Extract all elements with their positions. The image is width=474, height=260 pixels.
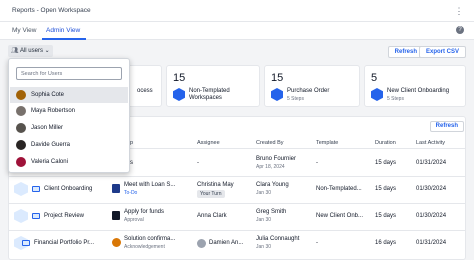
last-activity: 01/30/2024 bbox=[416, 213, 447, 219]
user-name: Valeria Caloni bbox=[31, 159, 68, 165]
users-icon: 👥︎ bbox=[11, 48, 19, 54]
step-name[interactable]: Apply for funds bbox=[124, 209, 164, 215]
user-option[interactable]: Maya Robertson bbox=[10, 103, 128, 119]
col-step[interactable]: p bbox=[130, 140, 133, 146]
assignee: Damien An... bbox=[209, 240, 244, 246]
stat-card-non-templated[interactable]: 15 Non-Templated Workspaces bbox=[166, 65, 260, 107]
created-date: Jan 30 bbox=[256, 217, 272, 223]
col-assignee[interactable]: Assignee bbox=[197, 140, 220, 146]
help-icon[interactable]: ? bbox=[456, 26, 464, 34]
last-activity: 01/30/2024 bbox=[416, 186, 447, 192]
user-option[interactable]: Jason Miller bbox=[10, 120, 128, 136]
layers-icon bbox=[22, 240, 30, 246]
export-csv-button[interactable]: Export CSV bbox=[418, 46, 466, 58]
card-number: 5 bbox=[371, 72, 378, 84]
users-dropdown: Sophia Cote Maya Robertson Jason Miller … bbox=[8, 58, 130, 173]
user-search-input[interactable] bbox=[16, 67, 122, 80]
card-label: ocess bbox=[137, 88, 153, 94]
user-option[interactable]: Sophia Cote bbox=[10, 87, 128, 103]
hexagon-icon bbox=[271, 88, 283, 101]
created-by: Clara Young bbox=[256, 182, 289, 188]
assignee: Christina May bbox=[197, 182, 234, 188]
duration: 15 days bbox=[375, 186, 397, 192]
user-name: Sophia Cote bbox=[31, 92, 65, 98]
last-activity: 01/31/2024 bbox=[416, 240, 447, 246]
page-title: Reports - Open Workspace bbox=[12, 7, 91, 14]
template: Non-Templated... bbox=[316, 186, 362, 192]
avatar bbox=[16, 123, 26, 133]
card-number: 15 bbox=[173, 72, 186, 84]
stat-card-new-client[interactable]: 5 New Client Onboarding 5 Steps bbox=[364, 65, 466, 107]
step-type: To-Do bbox=[124, 190, 138, 196]
created-date: Jan 30 bbox=[256, 244, 272, 250]
assignee: Anna Clark bbox=[197, 213, 227, 219]
step-name[interactable]: Meet with Loan S... bbox=[124, 182, 175, 188]
avatar bbox=[16, 90, 26, 100]
users-filter-button[interactable]: 👥︎ All users ⌄ bbox=[8, 45, 53, 57]
user-option[interactable]: Valeria Caloni bbox=[10, 154, 128, 170]
tab-my-view[interactable]: My View bbox=[12, 27, 36, 34]
stat-card-purchase-order[interactable]: 15 Purchase Order 5 Steps bbox=[264, 65, 360, 107]
assignee: - bbox=[197, 160, 199, 166]
row-divider bbox=[8, 176, 466, 177]
col-last-activity[interactable]: Last Activity bbox=[416, 140, 445, 146]
title-bar: Reports - Open Workspace ⋮ bbox=[0, 0, 474, 22]
user-option[interactable]: Davide Guerra bbox=[10, 137, 128, 153]
row-divider bbox=[8, 203, 466, 204]
users-filter-label: All users bbox=[19, 48, 43, 54]
last-activity: 01/31/2024 bbox=[416, 160, 447, 166]
user-name: Davide Guerra bbox=[31, 142, 71, 148]
avatar bbox=[16, 157, 26, 167]
avatar bbox=[197, 239, 206, 248]
created-by: Bruno Fournier bbox=[256, 156, 297, 162]
step-name[interactable]: s bbox=[130, 160, 133, 166]
hexagon-icon bbox=[371, 88, 383, 101]
template: - bbox=[316, 240, 318, 246]
chevron-down-icon: ⌄ bbox=[44, 48, 50, 54]
avatar bbox=[16, 140, 26, 150]
workspace-hex-icon bbox=[14, 182, 28, 196]
funds-icon bbox=[112, 211, 120, 220]
workspace-name[interactable]: Client Onboarding bbox=[44, 186, 92, 192]
duration: 15 days bbox=[375, 160, 397, 166]
avatar bbox=[16, 106, 26, 116]
user-name: Jason Miller bbox=[31, 125, 64, 131]
step-name[interactable]: Solution confirma... bbox=[124, 236, 175, 242]
created-date: Apr 18, 2024 bbox=[256, 164, 285, 170]
medal-icon bbox=[112, 238, 121, 247]
more-vertical-icon[interactable]: ⋮ bbox=[454, 5, 464, 17]
template: - bbox=[316, 160, 318, 166]
active-tab-indicator bbox=[42, 38, 86, 40]
card-sub: 5 Steps bbox=[387, 96, 404, 102]
layers-icon bbox=[32, 186, 40, 192]
hexagon-icon bbox=[173, 88, 185, 101]
card-number: 15 bbox=[271, 72, 284, 84]
card-label: Non-Templated Workspaces bbox=[189, 88, 230, 101]
row-divider bbox=[8, 230, 466, 231]
created-by: Julia Connaught bbox=[256, 236, 300, 242]
col-template[interactable]: Template bbox=[316, 140, 338, 146]
your-turn-badge: Your Turn bbox=[197, 190, 225, 198]
workspace-name[interactable]: Project Review bbox=[44, 213, 84, 219]
step-type: Approval bbox=[124, 217, 144, 223]
workspace-hex-icon bbox=[14, 209, 28, 223]
step-type: Acknowledgement bbox=[124, 244, 165, 250]
workspace-name[interactable]: Financial Portfolio Pr... bbox=[34, 240, 94, 246]
card-sub: 5 Steps bbox=[287, 96, 304, 102]
meeting-icon bbox=[112, 184, 120, 193]
created-date: Jan 30 bbox=[256, 190, 272, 196]
template: New Client Onb... bbox=[316, 213, 364, 219]
card-label: New Client Onboarding bbox=[387, 88, 450, 94]
created-by: Greg Smith bbox=[256, 209, 287, 215]
table-refresh-button[interactable]: Refresh bbox=[429, 121, 464, 132]
duration: 15 days bbox=[375, 213, 397, 219]
duration: 16 days bbox=[375, 240, 397, 246]
layers-icon bbox=[32, 213, 40, 219]
col-duration[interactable]: Duration bbox=[375, 140, 396, 146]
tab-admin-view[interactable]: Admin View bbox=[46, 27, 80, 34]
card-label: Purchase Order bbox=[287, 88, 330, 94]
user-name: Maya Robertson bbox=[31, 108, 76, 114]
view-tabs: My View Admin View bbox=[0, 22, 474, 40]
col-created-by[interactable]: Created By bbox=[256, 140, 284, 146]
